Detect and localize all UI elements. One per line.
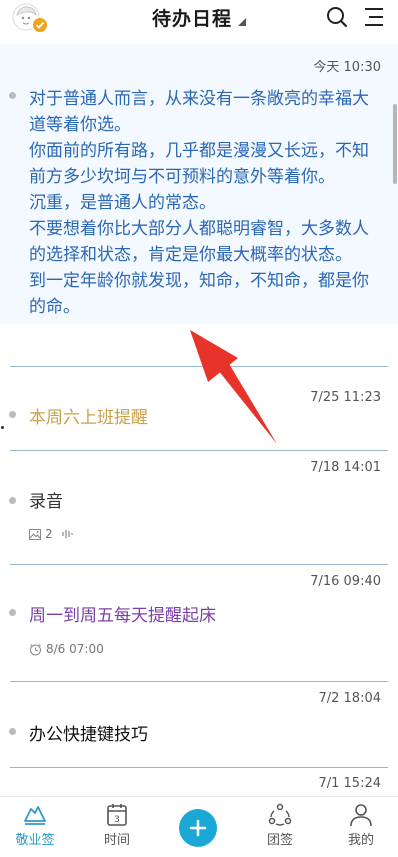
image-count: 2 (45, 527, 53, 541)
note-body: 对于普通人而言，从来没有一条敞亮的幸福大道等着你选。 你面前的所有路，几乎都是漫… (29, 86, 385, 320)
note-title: 办公快捷键技巧 (29, 725, 148, 745)
note-bullet (9, 609, 16, 616)
note-paragraph: 到一定年龄你就发现，知命，不知命，都是你的命。 (29, 271, 369, 317)
note-time: 今天 10:30 (313, 60, 381, 75)
note-bullet (9, 411, 16, 418)
note-time: 7/25 11:23 (310, 390, 381, 405)
team-icon (268, 803, 292, 826)
note-time: 7/1 15:24 (318, 776, 381, 791)
nav-label: 我的 (347, 833, 374, 848)
note-item[interactable]: 今天 10:30 对于普通人而言，从来没有一条敞亮的幸福大道等着你选。 你面前的… (0, 44, 398, 324)
note-item[interactable]: 7/1 15:24 (0, 768, 398, 796)
add-note-button[interactable] (179, 809, 217, 847)
calendar-day: 3 (114, 815, 120, 825)
audio-wave-icon (62, 530, 73, 538)
note-meta: 8/6 07:00 (29, 642, 104, 656)
menu-icon[interactable] (363, 6, 385, 28)
app-header: 待办日程 (0, 0, 398, 36)
note-list[interactable]: 今天 10:30 对于普通人而言，从来没有一条敞亮的幸福大道等着你选。 你面前的… (0, 44, 398, 796)
note-paragraph: 你面前的所有路，几乎都是漫漫又长远，不知前方多少坎坷与不可预料的意外等着你。 (29, 141, 369, 187)
nav-item-team[interactable]: 团签 (252, 803, 308, 848)
nav-label: 时间 (103, 833, 130, 848)
note-time: 7/18 14:01 (310, 460, 381, 475)
note-bullet (9, 728, 16, 735)
note-title: 录音 (29, 492, 63, 512)
reminder-time: 8/6 07:00 (46, 642, 104, 656)
note-item[interactable]: 7/25 11:23 本周六上班提醒 (0, 367, 398, 453)
alarm-clock-icon (30, 643, 41, 655)
scrollbar[interactable] (393, 104, 397, 184)
note-item[interactable]: 7/18 14:01 录音 2 (0, 451, 398, 567)
note-title: 周一到周五每天提醒起床 (29, 606, 216, 626)
note-item[interactable]: 7/16 09:40 周一到周五每天提醒起床 8/6 07:00 (0, 565, 398, 681)
note-paragraph: 不要想着你比大部分人都聪明睿智，大多数人的选择和状态，肯定是你最大概率的状态。 (29, 219, 369, 265)
note-paragraph: 沉重，是普通人的常态。 (29, 193, 216, 213)
note-home-icon (24, 806, 46, 825)
profile-icon (350, 804, 372, 827)
note-meta: 2 (29, 527, 75, 541)
search-icon[interactable] (325, 5, 349, 29)
nav-item-time[interactable]: 3 时间 (89, 803, 145, 848)
page-title[interactable]: 待办日程 (152, 8, 232, 30)
plus-icon (189, 819, 207, 837)
nav-item-home[interactable]: 敬业签 (7, 803, 63, 848)
note-item[interactable]: 7/2 18:04 办公快捷键技巧 (0, 682, 398, 768)
nav-item-profile[interactable]: 我的 (333, 803, 389, 848)
bottom-nav: 敬业签 3 时间 团签 我的 (0, 796, 398, 857)
nav-label: 敬业签 (15, 833, 55, 848)
note-time: 7/2 18:04 (318, 691, 381, 706)
calendar-icon: 3 (107, 804, 127, 826)
note-title: 本周六上班提醒 (29, 408, 148, 428)
note-bullet (9, 92, 16, 99)
edge-marker (1, 426, 4, 429)
image-icon (29, 528, 41, 540)
note-bullet (9, 497, 16, 504)
note-time: 7/16 09:40 (310, 574, 381, 589)
nav-label: 团签 (266, 833, 293, 848)
note-paragraph: 对于普通人而言，从来没有一条敞亮的幸福大道等着你选。 (29, 89, 369, 135)
title-dropdown-icon[interactable] (238, 18, 247, 26)
